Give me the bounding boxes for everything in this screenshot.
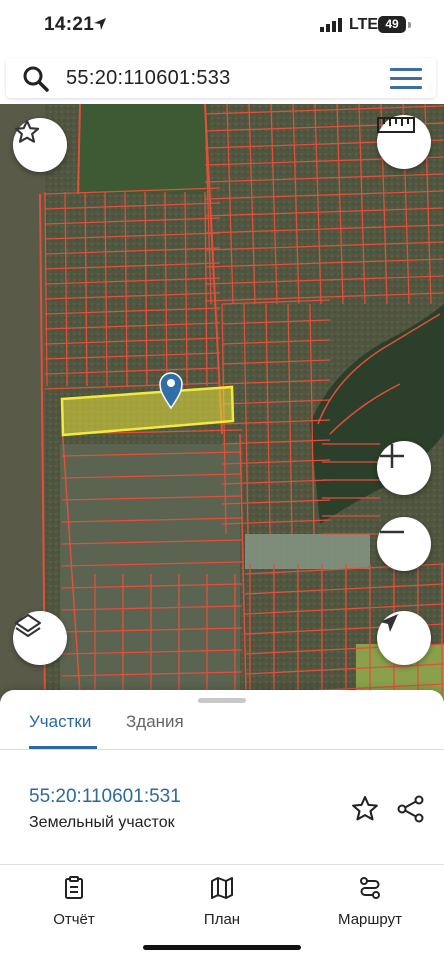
menu-icon[interactable] [390, 68, 422, 90]
nav-report[interactable]: Отчёт [14, 876, 134, 928]
network-type: LTE [349, 16, 379, 33]
zoom-in-button[interactable] [377, 441, 431, 495]
battery-level: 49 [385, 17, 399, 31]
nav-route-label: Маршрут [338, 911, 402, 928]
battery-icon: 49 [378, 16, 406, 33]
status-bar: 14:21 LTE 49 [0, 0, 444, 52]
layers-icon [15, 614, 41, 637]
status-time: 14:21 [44, 14, 95, 35]
nav-plan-label: План [203, 911, 241, 928]
share-icon[interactable] [396, 794, 426, 824]
route-icon [360, 877, 380, 899]
search-input[interactable]: 55:20:110601:533 [66, 67, 231, 90]
minus-icon [380, 530, 404, 534]
battery-tip [408, 22, 411, 28]
navigation-arrow-icon [380, 614, 398, 632]
location-arrow-icon [94, 18, 106, 30]
tab-buildings[interactable]: Здания [126, 712, 184, 732]
star-icon[interactable] [350, 794, 380, 824]
sheet-drag-handle[interactable] [198, 698, 246, 703]
search-bar[interactable]: 55:20:110601:533 [6, 58, 436, 98]
ruler-icon [377, 117, 415, 133]
signal-icon [320, 18, 342, 32]
home-indicator [143, 945, 301, 950]
map-icon [211, 877, 233, 899]
star-icon [14, 119, 40, 143]
tab-parcels[interactable]: Участки [29, 712, 91, 732]
report-icon [65, 876, 83, 899]
nav-report-label: Отчёт [53, 911, 95, 928]
zoom-out-button[interactable] [377, 517, 431, 571]
favorites-button[interactable] [13, 118, 67, 172]
map-view[interactable] [0, 104, 444, 704]
tabs-divider [0, 749, 444, 750]
ruler-button[interactable] [377, 115, 431, 169]
nav-plan[interactable]: План [162, 876, 282, 928]
list-divider [0, 864, 444, 865]
my-location-button[interactable] [377, 611, 431, 665]
parcel-type: Земельный участок [29, 814, 175, 831]
search-icon[interactable] [22, 65, 50, 93]
parcel-cadastral-number[interactable]: 55:20:110601:531 [29, 786, 181, 808]
layers-button[interactable] [13, 611, 67, 665]
plus-icon [380, 444, 404, 468]
nav-route[interactable]: Маршрут [310, 876, 430, 928]
